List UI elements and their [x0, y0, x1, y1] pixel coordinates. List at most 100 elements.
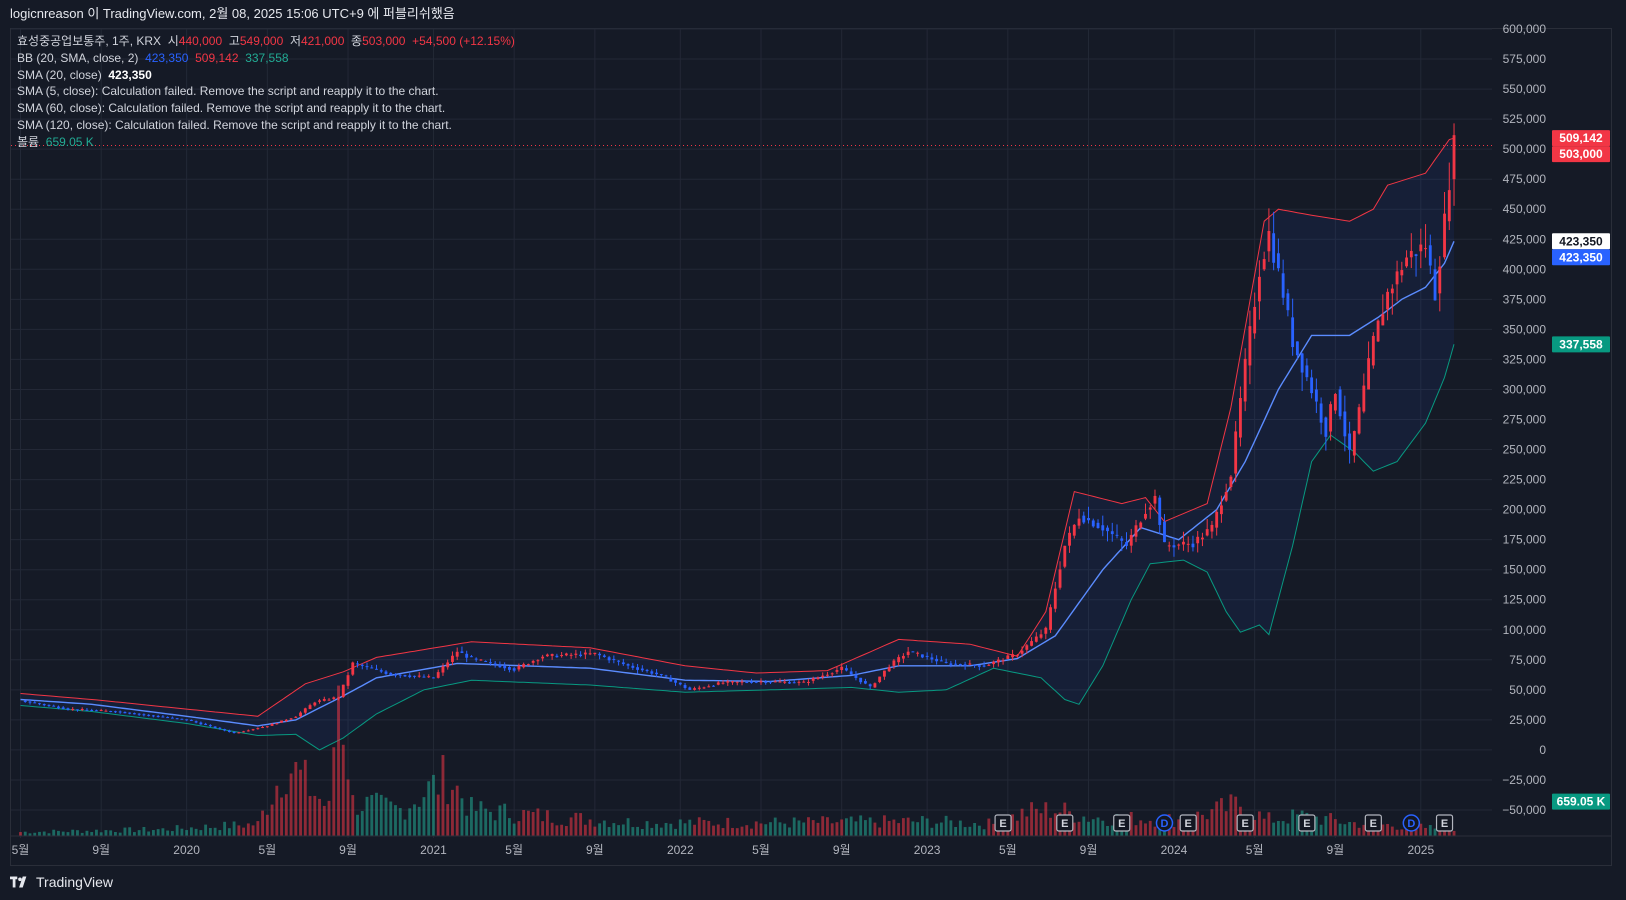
candle-body	[251, 729, 255, 731]
candle-body	[977, 665, 981, 667]
y-tick-label: 25,000	[1509, 713, 1546, 727]
candle-body	[1220, 505, 1223, 515]
candle-body	[1139, 522, 1143, 528]
candle-body	[379, 670, 383, 672]
volume-bar	[612, 823, 616, 836]
candle-body	[232, 731, 236, 734]
candle-body	[384, 671, 388, 674]
candle-body	[275, 723, 279, 725]
candle-body	[308, 705, 312, 710]
volume-bar	[498, 805, 502, 836]
candle-body	[327, 699, 331, 701]
candle-body	[446, 662, 450, 668]
volume-bar	[1096, 817, 1100, 836]
candle-body	[1310, 377, 1314, 394]
event-label: D	[1407, 818, 1415, 830]
candle-body	[873, 683, 877, 688]
candle-body	[845, 668, 848, 671]
candle-body	[1405, 257, 1408, 267]
sma5-row[interactable]: SMA (5, close): Calculation failed. Remo…	[17, 83, 515, 100]
volume-bar	[95, 829, 98, 836]
candle-body	[1338, 389, 1342, 417]
volume-bar	[261, 810, 265, 836]
high-value: 549,000	[239, 34, 284, 48]
volume-bar	[564, 826, 568, 836]
volume-bar	[916, 822, 920, 836]
candle-body	[1144, 513, 1147, 519]
candle-body	[61, 707, 65, 710]
candle-body	[778, 681, 782, 683]
candle-body	[745, 682, 749, 684]
volume-bar	[949, 820, 953, 836]
candle-body	[465, 653, 469, 658]
footer-brand[interactable]: TradingView	[10, 874, 113, 890]
candle-body	[114, 711, 117, 713]
candle-body	[901, 655, 905, 659]
volume-bar	[76, 830, 79, 836]
candle-body	[1091, 520, 1095, 527]
volume-bar	[683, 823, 687, 836]
candle-body	[451, 655, 454, 662]
price-badge-label: 423,350	[1559, 234, 1603, 248]
candle-body	[626, 664, 630, 666]
volume-bar	[1333, 819, 1337, 836]
volume-bar	[375, 792, 378, 836]
candle-body	[394, 674, 397, 676]
candle-body	[71, 709, 75, 711]
candle-body	[1343, 411, 1347, 437]
candle-body	[906, 651, 910, 656]
volume-bar	[636, 826, 640, 836]
candle-body	[1257, 276, 1261, 302]
low-value: 421,000	[300, 34, 345, 48]
volume-bar	[721, 828, 725, 836]
volume-bar	[289, 773, 293, 836]
volume-bar	[987, 818, 991, 836]
candle-body	[1001, 660, 1005, 662]
volume-bar	[389, 801, 393, 836]
candle-body	[57, 706, 60, 709]
candle-body	[911, 651, 915, 653]
candle-body	[645, 669, 649, 671]
volume-bar	[645, 821, 649, 836]
y-tick-label: 500,000	[1503, 142, 1547, 156]
volume-bar	[427, 781, 431, 836]
candle-body	[1286, 293, 1290, 311]
volume-bar	[118, 832, 122, 836]
event-label: E	[1241, 818, 1248, 830]
candle-body	[1101, 525, 1105, 531]
symbol-name[interactable]: 효성중공업보통주, 1주, KRX	[17, 34, 161, 48]
volume-bar	[792, 817, 796, 836]
volume-bar	[1319, 824, 1323, 836]
volume-bar	[332, 747, 336, 836]
candle-body	[265, 726, 269, 728]
volume-row[interactable]: 볼륨 659.05 K	[17, 134, 515, 151]
candle-body	[1409, 250, 1413, 258]
volume-bar	[778, 822, 782, 836]
candle-body	[389, 672, 393, 676]
volume-bar	[1220, 798, 1223, 836]
volume-bar	[545, 810, 549, 836]
sma120-row[interactable]: SMA (120, close): Calculation failed. Re…	[17, 117, 515, 134]
volume-bar	[1400, 829, 1404, 836]
volume-bar	[925, 818, 929, 836]
candle-body	[180, 718, 184, 720]
volume-bar	[451, 789, 454, 836]
volume-bar	[1039, 813, 1043, 836]
sma20-row[interactable]: SMA (20, close) 423,350	[17, 67, 515, 84]
x-tick-label: 5월	[752, 843, 770, 857]
candle-body	[588, 653, 592, 655]
bb-row[interactable]: BB (20, SMA, close, 2) 423,350 509,142 3…	[17, 50, 515, 67]
candle-body	[621, 662, 625, 665]
volume-bar	[1201, 814, 1204, 836]
volume-bar	[1025, 816, 1029, 836]
volume-bar	[1262, 818, 1266, 836]
volume-bar	[227, 828, 231, 836]
sma60-row[interactable]: SMA (60, close): Calculation failed. Rem…	[17, 100, 515, 117]
candle-body	[1110, 531, 1114, 535]
candle-body	[1096, 522, 1100, 529]
open-label: 시	[167, 34, 179, 48]
candle-body	[42, 704, 46, 706]
volume-bar	[693, 824, 696, 836]
candle-body	[1319, 403, 1323, 423]
candle-body	[1072, 524, 1076, 536]
